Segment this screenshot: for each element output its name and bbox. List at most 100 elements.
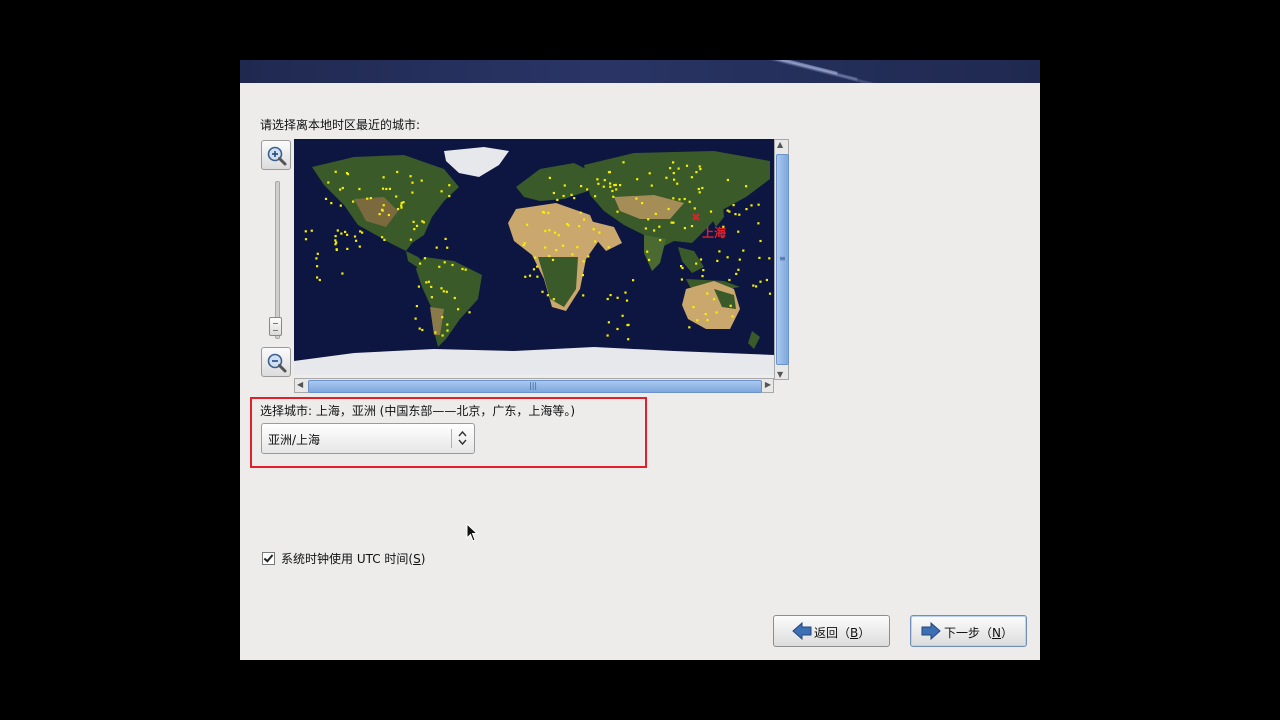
city-dot[interactable] xyxy=(335,241,338,244)
city-dot[interactable] xyxy=(573,197,576,200)
city-dot[interactable] xyxy=(446,323,449,326)
city-dot[interactable] xyxy=(758,256,761,259)
city-dot[interactable] xyxy=(586,188,589,191)
city-dot[interactable] xyxy=(409,238,412,241)
city-dot[interactable] xyxy=(381,236,384,239)
city-dot[interactable] xyxy=(672,172,675,175)
city-dot[interactable] xyxy=(430,296,433,299)
city-dot[interactable] xyxy=(699,258,703,261)
city-dot[interactable] xyxy=(650,184,653,187)
city-dot[interactable] xyxy=(627,338,630,341)
city-dot[interactable] xyxy=(316,276,319,279)
city-dot[interactable] xyxy=(576,246,579,249)
map-vertical-scrollbar[interactable]: ▲ ≡ ▼ xyxy=(774,139,789,380)
city-dot[interactable] xyxy=(698,165,701,168)
zoom-slider-track[interactable] xyxy=(275,181,280,339)
city-dot[interactable] xyxy=(570,193,573,196)
city-dot[interactable] xyxy=(594,195,597,198)
city-dot[interactable] xyxy=(567,224,570,227)
city-dot[interactable] xyxy=(547,211,550,215)
city-dot[interactable] xyxy=(382,176,385,179)
city-dot[interactable] xyxy=(339,204,342,207)
city-dot[interactable] xyxy=(556,198,559,201)
city-dot[interactable] xyxy=(732,204,735,207)
zoom-out-button[interactable] xyxy=(261,347,291,377)
scroll-right-icon[interactable]: ▶ xyxy=(765,380,771,389)
city-dot[interactable] xyxy=(553,231,557,234)
city-dot[interactable] xyxy=(415,224,419,227)
city-dot[interactable] xyxy=(596,178,599,181)
city-dot[interactable] xyxy=(701,186,704,190)
city-dot[interactable] xyxy=(582,294,585,297)
city-dot[interactable] xyxy=(346,233,349,236)
city-dot[interactable] xyxy=(557,234,560,237)
city-dot[interactable] xyxy=(457,308,460,311)
city-dot[interactable] xyxy=(451,263,454,267)
city-dot[interactable] xyxy=(621,314,624,317)
city-dot[interactable] xyxy=(534,256,537,259)
city-dot[interactable] xyxy=(430,285,433,288)
city-dot[interactable] xyxy=(361,231,364,234)
city-dot[interactable] xyxy=(440,287,443,290)
city-dot[interactable] xyxy=(731,315,734,318)
city-dot[interactable] xyxy=(606,334,609,337)
city-dot[interactable] xyxy=(330,202,333,205)
zoom-slider-thumb[interactable] xyxy=(269,317,282,336)
city-dot[interactable] xyxy=(729,304,732,307)
city-dot[interactable] xyxy=(524,275,527,278)
city-dot[interactable] xyxy=(726,209,729,212)
city-dot[interactable] xyxy=(435,246,438,249)
city-dot[interactable] xyxy=(755,285,758,288)
city-dot[interactable] xyxy=(594,240,597,243)
utc-checkbox-row[interactable]: 系统时钟使用 UTC 时间(S) xyxy=(262,550,425,567)
city-dot[interactable] xyxy=(672,197,675,200)
city-dot[interactable] xyxy=(541,290,544,293)
city-dot[interactable] xyxy=(341,272,344,275)
city-dot[interactable] xyxy=(334,235,337,238)
city-dot[interactable] xyxy=(448,195,451,198)
city-dot[interactable] xyxy=(583,218,586,221)
city-dot[interactable] xyxy=(381,208,384,211)
city-dot[interactable] xyxy=(667,207,670,211)
city-dot[interactable] xyxy=(562,194,565,198)
city-dot[interactable] xyxy=(698,191,701,194)
city-dot[interactable] xyxy=(636,178,639,181)
city-dot[interactable] xyxy=(340,232,343,235)
city-dot[interactable] xyxy=(690,176,693,179)
city-dot[interactable] xyxy=(355,239,358,242)
city-dot[interactable] xyxy=(690,225,694,228)
city-dot[interactable] xyxy=(612,195,615,198)
city-dot[interactable] xyxy=(446,246,449,249)
city-dot[interactable] xyxy=(665,176,668,179)
city-dot[interactable] xyxy=(421,328,424,332)
city-dot[interactable] xyxy=(359,230,362,233)
city-dot[interactable] xyxy=(598,231,601,234)
city-dot[interactable] xyxy=(387,213,390,217)
city-dot[interactable] xyxy=(673,178,676,181)
timezone-combobox[interactable]: 亚洲/上海 xyxy=(261,423,475,454)
city-dot[interactable] xyxy=(644,227,647,230)
city-dot[interactable] xyxy=(615,188,618,191)
city-dot[interactable] xyxy=(716,259,719,262)
city-dot[interactable] xyxy=(385,187,388,191)
city-dot[interactable] xyxy=(659,239,662,242)
scroll-left-icon[interactable]: ◀ xyxy=(297,380,303,389)
world-map[interactable]: 上海 xyxy=(294,139,774,375)
city-dot[interactable] xyxy=(701,275,704,278)
city-dot[interactable] xyxy=(648,172,651,175)
city-dot[interactable] xyxy=(415,305,418,308)
city-dot[interactable] xyxy=(548,254,551,258)
city-dot[interactable] xyxy=(548,229,551,232)
city-dot[interactable] xyxy=(418,327,421,330)
city-dot[interactable] xyxy=(369,197,372,200)
city-dot[interactable] xyxy=(400,206,403,209)
city-dot[interactable] xyxy=(768,292,772,295)
city-dot[interactable] xyxy=(442,290,445,293)
city-dot[interactable] xyxy=(658,225,661,228)
scroll-down-icon[interactable]: ▼ xyxy=(777,370,783,379)
city-dot[interactable] xyxy=(546,294,549,297)
city-dot[interactable] xyxy=(681,266,684,270)
city-dot[interactable] xyxy=(693,207,696,210)
city-dot[interactable] xyxy=(672,221,675,224)
city-dot[interactable] xyxy=(677,167,680,170)
